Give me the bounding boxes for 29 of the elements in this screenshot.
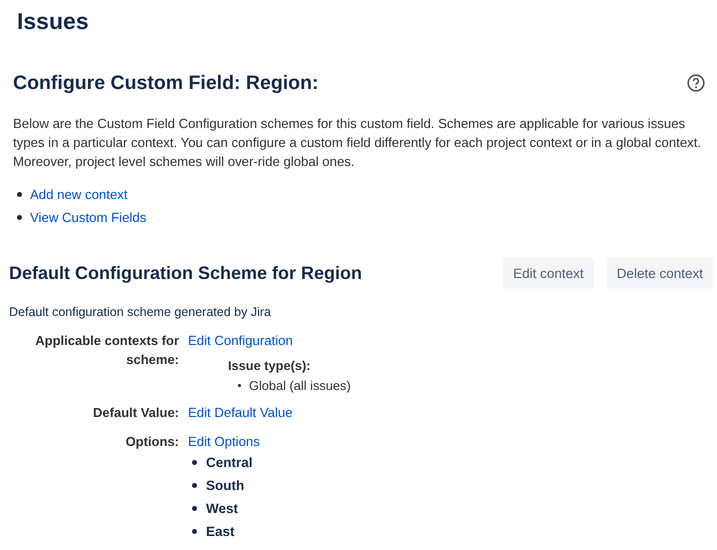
section-heading: Configure Custom Field: Region: (13, 71, 318, 96)
scheme-heading: Default Configuration Scheme for Region (9, 262, 362, 284)
description-text: Below are the Custom Field Configuration schemes for this custom field. Schemes are applicable for various issues types in a particular context. You can configure a custom field differently for each project context or in a global context. Moreover, project level schemes will over-ride global ones. (13, 115, 702, 171)
bullet-icon (192, 529, 197, 534)
delete-button[interactable]: Delete context (606, 257, 713, 289)
scheme-description: Default configuration scheme generated by Jira (9, 305, 272, 319)
bullet-icon (17, 192, 22, 197)
page-title: Issues (17, 7, 90, 36)
bullet-icon (238, 384, 241, 387)
bullet-icon (192, 460, 197, 465)
option-item: West (206, 501, 238, 516)
context-item: Global (all issues) (249, 378, 351, 393)
option-item: East (206, 524, 235, 539)
field-label: Options: (124, 433, 179, 451)
help-icon[interactable] (687, 74, 705, 92)
link[interactable]: Add new context (30, 185, 128, 204)
field-label: Default Value: (92, 404, 179, 422)
bullet-icon (192, 483, 197, 488)
option-item: Central (206, 455, 253, 470)
subheading: Issue type(s): (228, 358, 310, 373)
edit-link[interactable]: Edit Configuration (188, 331, 293, 350)
edit-link[interactable]: Edit Options (188, 432, 260, 451)
field-label: Applicable contexts for scheme: (34, 332, 179, 369)
bullet-icon (17, 215, 22, 220)
edit-link[interactable]: Edit Default Value (188, 403, 293, 422)
bullet-icon (192, 506, 197, 511)
link[interactable]: View Custom Fields (30, 208, 146, 227)
option-item: South (206, 478, 244, 493)
edit-button[interactable]: Edit context (503, 257, 594, 289)
